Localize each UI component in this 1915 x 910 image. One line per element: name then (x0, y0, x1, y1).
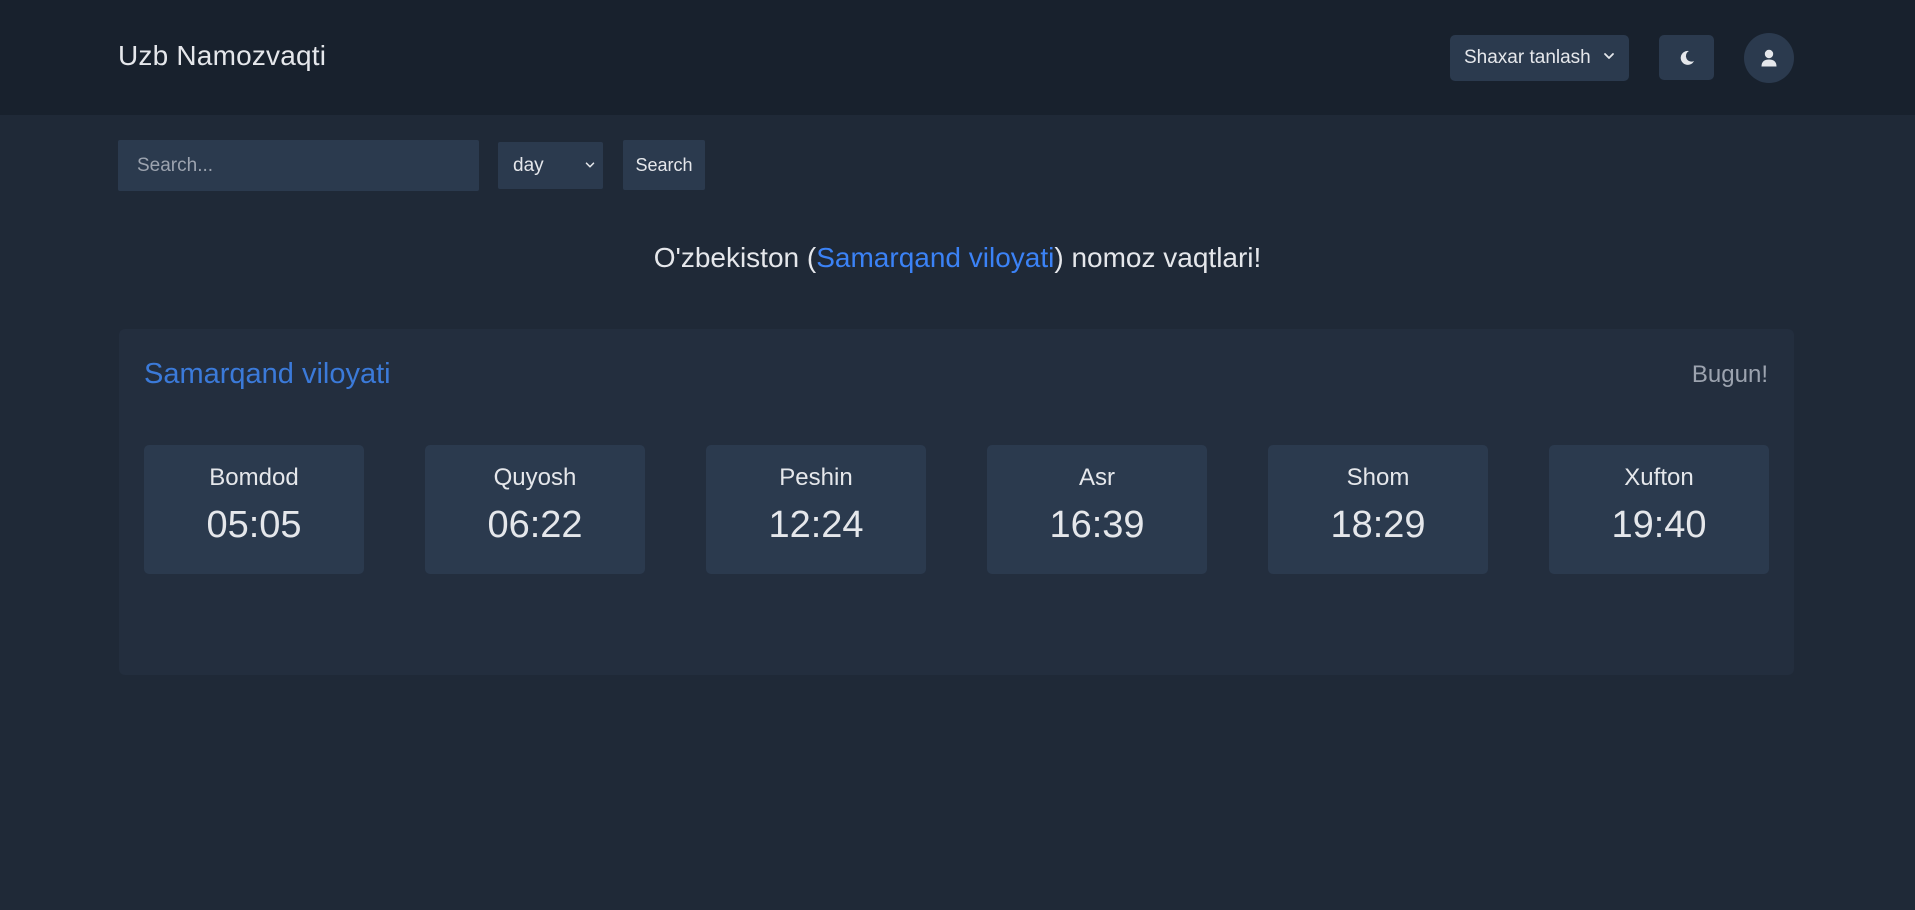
prayer-times-card: Samarqand viloyati Bugun! Bomdod 05:05 Q… (119, 329, 1794, 675)
search-button[interactable]: Search (623, 140, 705, 190)
moon-icon (1680, 50, 1694, 65)
user-avatar-button[interactable] (1744, 33, 1794, 83)
prayer-tile-peshin: Peshin 12:24 (706, 445, 926, 574)
prayer-name: Quyosh (493, 464, 577, 491)
prayer-name: Xufton (1624, 464, 1694, 491)
period-select-value: day (513, 154, 544, 176)
prayer-time: 19:40 (1611, 504, 1707, 546)
prayer-time: 18:29 (1330, 504, 1426, 546)
prayer-name: Bomdod (209, 464, 299, 491)
prayer-name: Peshin (779, 464, 853, 491)
period-select[interactable]: day (498, 142, 603, 189)
prayer-time: 05:05 (206, 504, 302, 546)
prayer-tile-bomdod: Bomdod 05:05 (144, 445, 364, 574)
today-label: Bugun! (1691, 361, 1768, 388)
prayer-tile-quyosh: Quyosh 06:22 (425, 445, 645, 574)
card-title: Samarqand viloyati (144, 358, 391, 390)
heading-suffix: ) nomoz vaqtlari! (1054, 242, 1262, 273)
prayer-time: 16:39 (1049, 504, 1145, 546)
prayer-tile-shom: Shom 18:29 (1268, 445, 1488, 574)
prayer-time: 12:24 (768, 504, 864, 546)
user-icon (1761, 49, 1777, 67)
theme-toggle-button[interactable] (1659, 35, 1714, 80)
heading-region: Samarqand viloyati (816, 242, 1055, 273)
brand-title[interactable]: Uzb Namozvaqti (118, 40, 326, 72)
heading-prefix: O'zbekiston ( (653, 242, 817, 273)
navbar: Uzb Namozvaqti Shaxar tanlash (0, 0, 1915, 115)
chevron-down-icon (1604, 53, 1614, 59)
prayer-name: Asr (1079, 464, 1115, 491)
search-input[interactable] (118, 140, 479, 191)
prayer-tile-asr: Asr 16:39 (987, 445, 1207, 574)
prayer-time: 06:22 (487, 504, 583, 546)
prayer-tile-xufton: Xufton 19:40 (1549, 445, 1769, 574)
page-heading: O'zbekiston (Samarqand viloyati) nomoz v… (0, 242, 1915, 274)
city-select[interactable]: Shaxar tanlash (1450, 35, 1629, 81)
prayer-name: Shom (1346, 464, 1410, 491)
city-select-label: Shaxar tanlash (1464, 47, 1591, 68)
chevron-down-icon (585, 162, 595, 168)
